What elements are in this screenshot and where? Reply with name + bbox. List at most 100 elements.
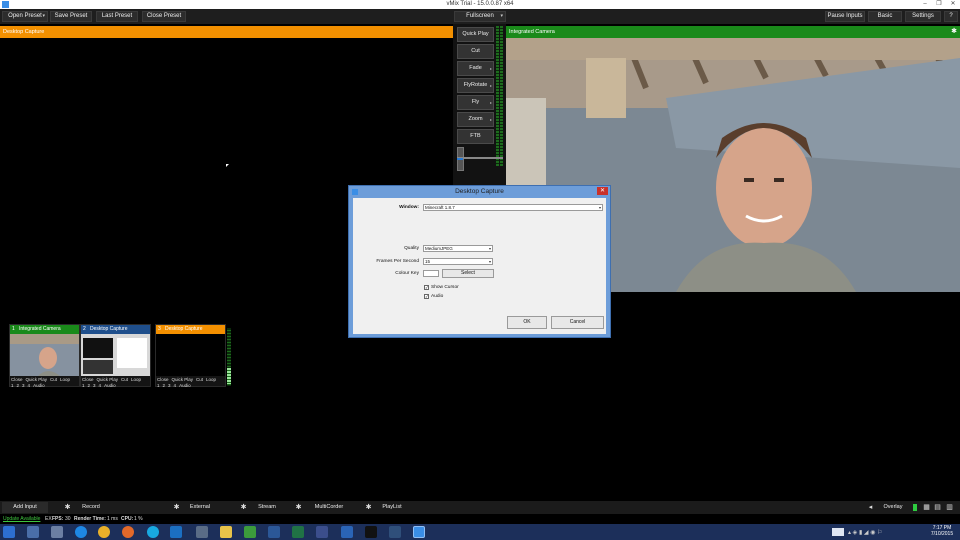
input-card-2[interactable]: 2 Desktop Capture Close Quick Play Cut Loop…	[80, 324, 151, 388]
input-2-audio[interactable]: Audio	[104, 383, 116, 388]
input-2-cut[interactable]: Cut	[121, 377, 128, 382]
layout-grid-icon[interactable]: ▦	[922, 503, 931, 512]
close-preset-button[interactable]: Close Preset	[142, 11, 186, 22]
open-preset-button[interactable]: Open Preset	[2, 11, 48, 22]
input-3-quickplay[interactable]: Quick Play	[172, 377, 194, 382]
input-1-cut[interactable]: Cut	[50, 377, 57, 382]
input-1-quickplay[interactable]: Quick Play	[26, 377, 48, 382]
flyrotate-button[interactable]: FlyRotate ▸	[457, 78, 494, 93]
input-3-audio[interactable]: Audio	[179, 383, 191, 388]
overlay-button[interactable]: Overlay	[878, 502, 908, 513]
update-available-link[interactable]: Update Available	[3, 514, 40, 524]
dialog-close-icon[interactable]: ✕	[597, 187, 608, 195]
input-2-close[interactable]: Close	[82, 377, 94, 382]
close-icon[interactable]: ✕	[946, 0, 960, 9]
add-input-button[interactable]: Add Input	[2, 502, 48, 513]
input-2-overlay-3[interactable]: 3	[93, 383, 96, 388]
show-cursor-checkbox[interactable]: ✓	[424, 285, 429, 290]
folder-icon[interactable]	[220, 526, 232, 538]
input-3-overlay-4[interactable]: 4	[174, 383, 177, 388]
pause-inputs-button[interactable]: Pause Inputs	[825, 11, 865, 22]
basic-button[interactable]: Basic	[868, 11, 902, 22]
cut-button[interactable]: Cut	[457, 44, 494, 59]
input-3-loop[interactable]: Loop	[206, 377, 216, 382]
input-1-loop[interactable]: Loop	[60, 377, 70, 382]
t-bar-track[interactable]	[457, 157, 503, 159]
firefox-icon[interactable]	[122, 526, 134, 538]
fullscreen-button[interactable]: Fullscreen	[454, 11, 506, 22]
ftb-button[interactable]: FTB	[457, 129, 494, 144]
input-2-overlay-4[interactable]: 4	[99, 383, 102, 388]
multicorder-settings-gear-icon[interactable]: ✱	[294, 503, 303, 512]
internet-explorer-icon[interactable]	[75, 526, 87, 538]
multicorder-button[interactable]: MultiCorder	[306, 502, 352, 513]
stream-button[interactable]: Stream	[250, 502, 284, 513]
window-select[interactable]: Minecraft 1.8.7 ▾	[423, 204, 603, 211]
input-2-overlay-2[interactable]: 2	[88, 383, 91, 388]
input-1-overlay-3[interactable]: 3	[22, 383, 25, 388]
minimize-icon[interactable]: –	[918, 0, 932, 9]
maximize-icon[interactable]: ❐	[932, 0, 946, 9]
input-3-overlay-2[interactable]: 2	[163, 383, 166, 388]
input-card-3[interactable]: 3 Desktop Capture Close Quick Play Cut Loop…	[155, 324, 226, 388]
input-2-quickplay[interactable]: Quick Play	[97, 377, 119, 382]
chrome-icon[interactable]	[98, 526, 110, 538]
fade-dropdown-icon[interactable]: ▸	[490, 62, 492, 75]
input-3-cut[interactable]: Cut	[196, 377, 203, 382]
input-2-overlay-1[interactable]: 1	[82, 383, 85, 388]
audio-checkbox[interactable]: ✓	[424, 294, 429, 299]
fly-button[interactable]: Fly ▸	[457, 95, 494, 110]
tray-icons[interactable]: ▴ ◈ ▮ ◢ ◉ ⚐	[848, 529, 883, 536]
output-gear-icon[interactable]: ✱	[951, 26, 957, 38]
overlay-arrow-icon[interactable]: ◂	[866, 503, 875, 512]
input-1-overlay-2[interactable]: 2	[17, 383, 20, 388]
word-icon[interactable]	[268, 526, 280, 538]
outlook-icon[interactable]	[170, 526, 182, 538]
command-prompt-icon[interactable]	[365, 526, 377, 538]
external-button[interactable]: External	[183, 502, 217, 513]
record-settings-gear-icon[interactable]: ✱	[63, 503, 72, 512]
save-preset-button[interactable]: Save Preset	[50, 11, 92, 22]
zoom-dropdown-icon[interactable]: ▸	[490, 113, 492, 126]
input-1-audio[interactable]: Audio	[33, 383, 45, 388]
quality-select[interactable]: MediumJPEG ▾	[423, 245, 493, 252]
app-icon-3[interactable]	[196, 526, 208, 538]
fade-button[interactable]: Fade ▸	[457, 61, 494, 76]
help-button[interactable]: ?	[944, 11, 958, 22]
keyboard-icon[interactable]	[832, 528, 844, 536]
quick-play-button[interactable]: Quick Play	[457, 27, 494, 42]
app-icon-7[interactable]	[389, 526, 401, 538]
fps-select[interactable]: 15 ▾	[423, 258, 493, 265]
input-3-overlay-1[interactable]: 1	[157, 383, 160, 388]
excel-icon[interactable]	[292, 526, 304, 538]
stream-settings-gear-icon[interactable]: ✱	[239, 503, 248, 512]
explorer-icon[interactable]	[27, 526, 39, 538]
layout-tiles-icon[interactable]: ▥	[945, 503, 954, 512]
colour-key-swatch[interactable]	[423, 270, 439, 277]
start-icon[interactable]	[3, 526, 15, 538]
select-colour-button[interactable]: Select	[442, 269, 494, 278]
playlist-button[interactable]: PlayList	[376, 502, 408, 513]
fly-dropdown-icon[interactable]: ▸	[490, 96, 492, 109]
app-icon-2[interactable]	[51, 526, 63, 538]
ok-button[interactable]: OK	[507, 316, 547, 329]
cancel-button[interactable]: Cancel	[551, 316, 604, 329]
input-1-overlay-1[interactable]: 1	[11, 383, 14, 388]
input-card-1[interactable]: 1 Integrated Camera Close Quick Play Cut Lo…	[9, 324, 80, 388]
taskbar-clock[interactable]: 7:17 PM 7/10/2015	[928, 525, 956, 537]
zoom-button[interactable]: Zoom ▸	[457, 112, 494, 127]
playlist-settings-gear-icon[interactable]: ✱	[364, 503, 373, 512]
app-icon-6[interactable]	[341, 526, 353, 538]
input-1-close[interactable]: Close	[11, 377, 23, 382]
flyrotate-dropdown-icon[interactable]: ▸	[490, 79, 492, 92]
record-button[interactable]: Record	[74, 502, 108, 513]
input-2-loop[interactable]: Loop	[131, 377, 141, 382]
input-3-overlay-3[interactable]: 3	[168, 383, 171, 388]
input-1-overlay-4[interactable]: 4	[28, 383, 31, 388]
last-preset-button[interactable]: Last Preset	[96, 11, 138, 22]
app-icon-5[interactable]	[316, 526, 328, 538]
app-icon-4[interactable]	[244, 526, 256, 538]
settings-button[interactable]: Settings	[905, 11, 941, 22]
vmix-taskbar-icon[interactable]	[413, 526, 425, 538]
layout-list-icon[interactable]: ▤	[933, 503, 942, 512]
